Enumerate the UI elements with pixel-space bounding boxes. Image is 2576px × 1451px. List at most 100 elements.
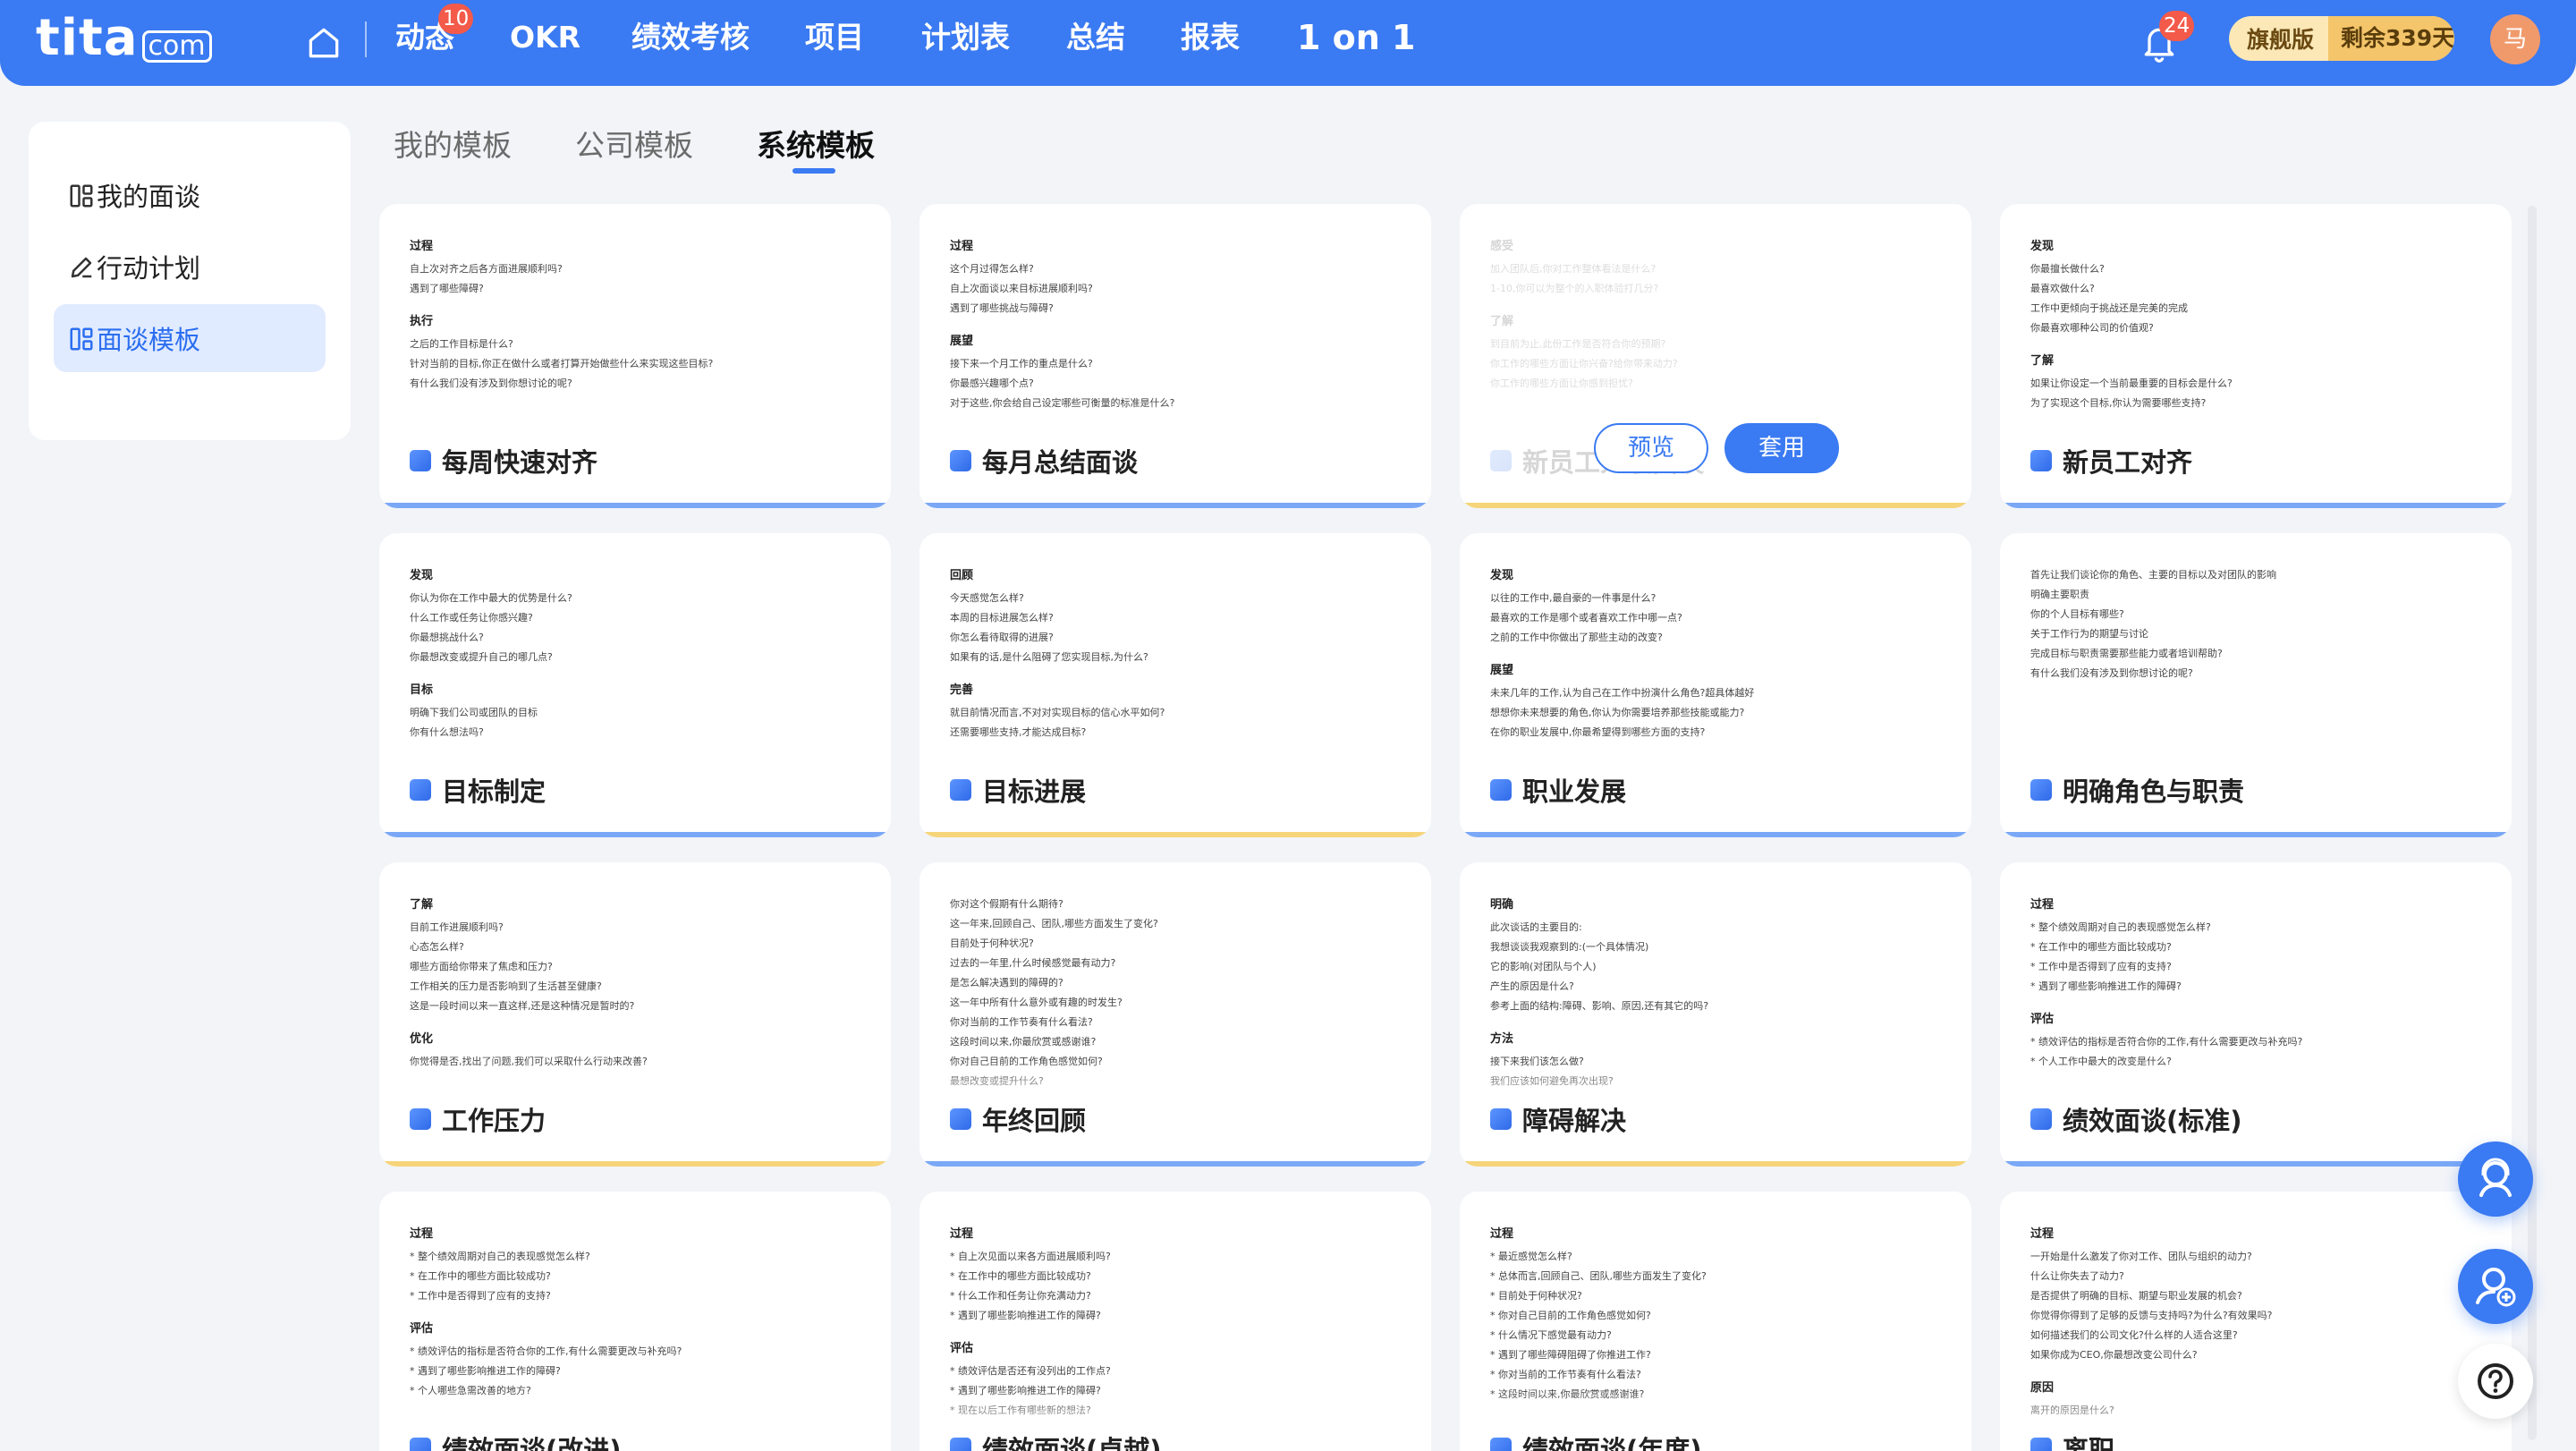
section-heading: 评估 <box>410 1322 434 1336</box>
template-card[interactable]: 过程 * 最近感觉怎么样? * 总体而言,回顾自己、团队,哪些方面发生了变化? * 目… <box>1460 1192 1971 1451</box>
section-heading: 展望 <box>950 335 974 348</box>
nav-item-plans[interactable]: 计划表 <box>921 18 1010 57</box>
question-line: * 整个绩效周期对自己的表现感觉怎么样? <box>410 1251 590 1262</box>
template-title-text: 年终回顾 <box>982 1106 1087 1136</box>
question-line: 完成目标与职责需要那些能力或者培训帮助? <box>2030 648 2223 659</box>
template-card[interactable]: 过程 这个月过得怎么样? 自上次面谈以来目标进展顺利吗? 遇到了哪些挑战与障碍? 展望接… <box>919 204 1431 508</box>
template-card[interactable]: 发现 你最擅长做什么? 最喜欢做什么? 工作中更倾向于挑战还是完美的完成 你最喜欢哪种公… <box>2000 204 2512 508</box>
preview-fade <box>410 1061 857 1100</box>
section-heading: 过程 <box>2030 898 2055 912</box>
section-heading: 发现 <box>1490 569 1514 582</box>
template-title: 工作压力 <box>410 1100 546 1138</box>
user-avatar[interactable]: 马 <box>2490 14 2540 64</box>
sidebar-item-label: 行动计划 <box>97 253 201 284</box>
template-title: 职业发展 <box>1490 771 1626 809</box>
template-icon <box>70 327 93 351</box>
sidebar: 我的面谈 行动计划 面谈模板 <box>29 122 351 440</box>
apply-button[interactable]: 套用 <box>1724 423 1839 473</box>
section-heading: 回顾 <box>950 569 974 582</box>
preview-button[interactable]: 预览 <box>1594 423 1708 473</box>
template-title: 明确角色与职责 <box>2030 771 2244 809</box>
question-line: 什么让你失去了动力? <box>2030 1270 2124 1282</box>
question-line: 你最感兴趣哪个点? <box>950 378 1034 389</box>
help-button[interactable] <box>2458 1344 2533 1419</box>
card-accent-bar <box>379 503 891 508</box>
contact-consultant-button[interactable] <box>2458 1249 2533 1324</box>
template-card[interactable]: 发现 你认为你在工作中最大的优势是什么? 什么工作或任务让你感兴趣? 你最想挑战什么?… <box>379 533 891 837</box>
sidebar-item-talk-templates[interactable]: 面谈模板 <box>54 304 326 372</box>
nav-label: 项目 <box>805 20 864 55</box>
section-heading: 过程 <box>410 240 434 253</box>
sidebar-item-label: 我的面谈 <box>97 182 201 212</box>
sidebar-item-action-plans[interactable]: 行动计划 <box>54 233 326 301</box>
template-title-text: 每周快速对齐 <box>442 447 598 478</box>
nav-item-performance[interactable]: 绩效考核 <box>631 18 750 57</box>
template-card[interactable]: 首先让我们谈论你的角色、主要的目标以及对团队的影响 明确主要职责 你的个人目标有哪些… <box>2000 533 2512 837</box>
question-line: 你最想挑战什么? <box>410 632 484 643</box>
template-file-icon <box>950 779 971 801</box>
question-line: * 遇到了哪些障碍阻碍了你推进工作? <box>1490 1349 1651 1361</box>
question-line: * 工作中是否得到了应有的支持? <box>410 1290 551 1302</box>
question-line: 工作中更倾向于挑战还是完美的完成 <box>2030 302 2188 314</box>
tab-company-templates[interactable]: 公司模板 <box>575 122 693 165</box>
tab-my-templates[interactable]: 我的模板 <box>394 122 512 165</box>
home-icon[interactable] <box>304 23 343 63</box>
template-preview: 感受 加入团队后,你对工作整体看法是什么? 1-10,你可以为整个的入职体验打几分?… <box>1490 236 1937 442</box>
template-file-icon <box>2030 779 2052 801</box>
template-title-text: 职业发展 <box>1522 776 1627 807</box>
template-card[interactable]: 回顾 今天感觉怎么样? 本周的目标进展怎么样? 你怎么看待取得的进展? 如果有的话,是什… <box>919 533 1431 837</box>
question-icon <box>2478 1363 2513 1399</box>
template-card[interactable]: 过程 自上次对齐之后各方面进展顺利吗? 遇到了哪些障碍? 执行 之后的工作目标是什么? 针… <box>379 204 891 508</box>
customer-service-button[interactable] <box>2458 1141 2533 1217</box>
template-card[interactable]: 过程 * 整个绩效周期对自己的表现感觉怎么样? * 在工作中的哪些方面比较成功? * … <box>2000 862 2512 1167</box>
top-navigation-bar: tita com 动态 10 OKR 绩效考核 项目 计划表 总结 报表 1 o… <box>0 0 2576 86</box>
template-title: 目标制定 <box>410 771 546 809</box>
template-preview: 发现 你认为你在工作中最大的优势是什么? 什么工作或任务让你感兴趣? 你最想挑战什么?… <box>410 565 857 771</box>
question-line: 这个月过得怎么样? <box>950 263 1034 275</box>
nav-item-okr[interactable]: OKR <box>510 18 580 57</box>
preview-fade <box>950 1061 1397 1100</box>
question-line: * 工作中是否得到了应有的支持? <box>2030 961 2172 972</box>
card-accent-bar <box>919 503 1431 508</box>
template-card[interactable]: 了解 目前工作进展顺利吗? 心态怎么样? 哪些方面给你带来了焦虑和压力? 工作相关的压力… <box>379 862 891 1167</box>
nav-item-projects[interactable]: 项目 <box>805 18 864 57</box>
section-heading: 了解 <box>2030 354 2055 368</box>
preview-fade <box>2030 403 2478 442</box>
section-heading: 了解 <box>410 898 434 912</box>
question-line: 之后的工作目标是什么? <box>410 338 513 350</box>
preview-fade <box>2030 1390 2478 1430</box>
nav-item-reports[interactable]: 报表 <box>1181 18 1240 57</box>
nav-item-summary[interactable]: 总结 <box>1066 18 1125 57</box>
nav-label: 报表 <box>1181 20 1240 55</box>
tita-logo[interactable]: tita com <box>36 9 212 67</box>
template-card[interactable]: 明确 此次谈话的主要目的: 我想谈谈我观察到的:(一个具体情况) 它的影响(对团队与个… <box>1460 862 1971 1167</box>
tab-system-templates[interactable]: 系统模板 <box>757 122 875 165</box>
template-preview: 过程 这个月过得怎么样? 自上次面谈以来目标进展顺利吗? 遇到了哪些挑战与障碍? 展望接… <box>950 236 1397 442</box>
template-file-icon <box>1490 450 1512 471</box>
template-preview: 过程 自上次对齐之后各方面进展顺利吗? 遇到了哪些障碍? 执行 之后的工作目标是什么? 针… <box>410 236 857 442</box>
question-line: 你对当前的工作节奏有什么看法? <box>950 1016 1093 1028</box>
question-line: 如何描述我们的公司文化?什么样的人适合这里? <box>2030 1329 2238 1341</box>
sidebar-item-my-talks[interactable]: 我的面谈 <box>54 161 326 229</box>
template-title-text: 每月总结面谈 <box>982 447 1139 478</box>
edition-badge[interactable]: 旗舰版 剩余339天 <box>2229 16 2454 61</box>
section-heading: 了解 <box>1490 315 1514 328</box>
nav-item-one-on-one[interactable]: 1 on 1 <box>1297 18 1416 57</box>
preview-fade <box>1490 1390 1937 1430</box>
question-line: 自上次对齐之后各方面进展顺利吗? <box>410 263 563 275</box>
template-card[interactable]: 感受 加入团队后,你对工作整体看法是什么? 1-10,你可以为整个的入职体验打几分?… <box>1460 204 1971 508</box>
template-card[interactable]: 你对这个假期有什么期待? 这一年来,回顾自己、团队,哪些方面发生了变化? 目前处于何… <box>919 862 1431 1167</box>
template-card[interactable]: 过程 * 整个绩效周期对自己的表现感觉怎么样? * 在工作中的哪些方面比较成功? * … <box>379 1192 891 1451</box>
card-accent-bar <box>2000 503 2512 508</box>
template-title-text: 障碍解决 <box>1522 1106 1627 1136</box>
template-card[interactable]: 过程 * 自上次见面以来各方面进展顺利吗? * 在工作中的哪些方面比较成功? * 什么… <box>919 1192 1431 1451</box>
template-card[interactable]: 过程 一开始是什么激发了你对工作、团队与组织的动力? 什么让你失去了动力? 是否提供了… <box>2000 1192 2512 1451</box>
template-title: 绩效面谈(卓越) <box>950 1430 1162 1451</box>
template-file-icon <box>2030 1438 2052 1451</box>
question-line: * 总体而言,回顾自己、团队,哪些方面发生了变化? <box>1490 1270 1707 1282</box>
question-line: 这是一段时间以来一直这样,还是这种情况是暂时的? <box>410 1000 635 1012</box>
section-heading: 明确 <box>1490 898 1514 912</box>
template-card[interactable]: 发现 以往的工作中,最自豪的一件事是什么? 最喜欢的工作是哪个或者喜欢工作中哪一点?… <box>1460 533 1971 837</box>
question-line: 如果你成为CEO,你最想改变公司什么? <box>2030 1349 2198 1361</box>
section-heading: 发现 <box>2030 240 2055 253</box>
